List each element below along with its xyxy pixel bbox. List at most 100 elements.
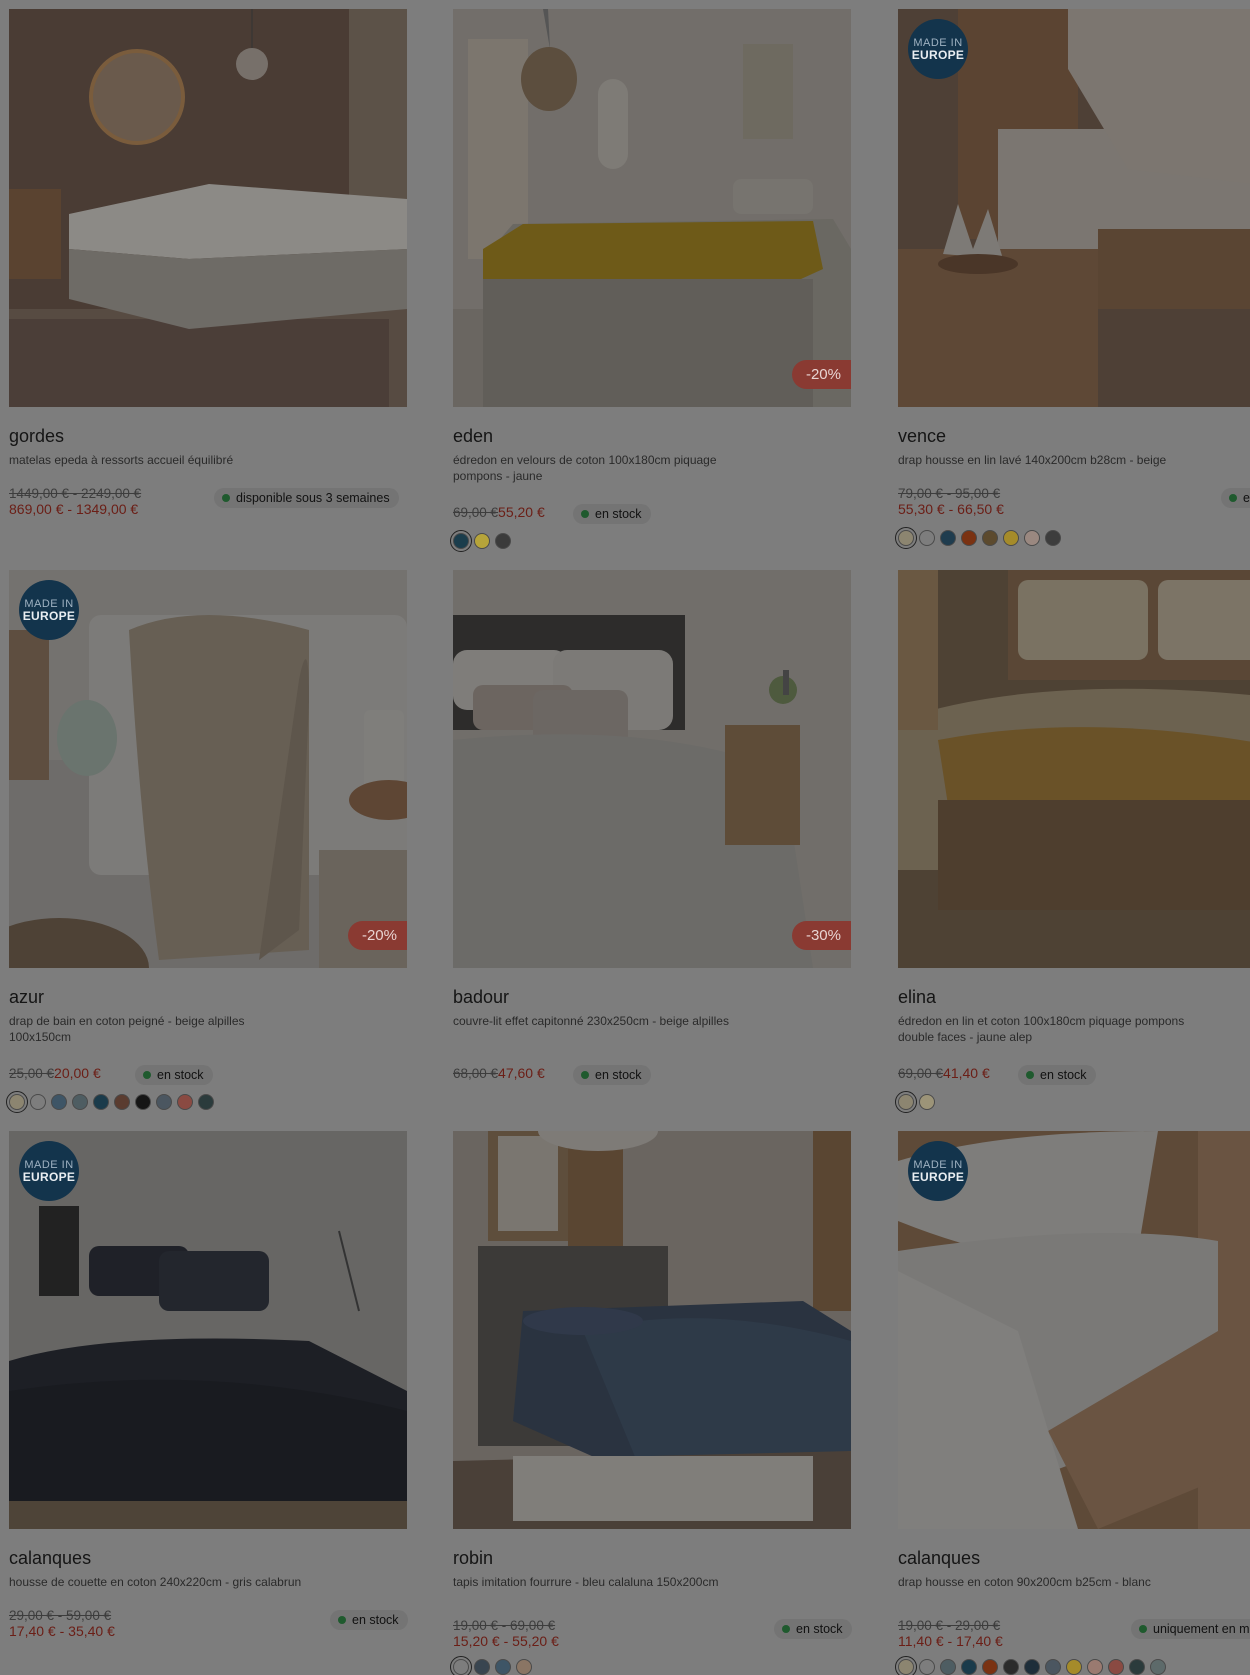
color-swatch[interactable]: [919, 1094, 935, 1110]
status-dot-icon: [1229, 494, 1237, 502]
color-swatch[interactable]: [940, 530, 956, 546]
color-swatch[interactable]: [1045, 530, 1061, 546]
color-swatch[interactable]: [961, 530, 977, 546]
product-description: drap housse en lin lavé 140x200cm b28cm …: [898, 453, 1167, 467]
product-description: drap de bain en coton peigné - beige alp…: [9, 1014, 245, 1044]
product-image[interactable]: MADE IN EUROPE: [898, 1131, 1250, 1529]
product-image[interactable]: MADE IN EUROPE: [9, 1131, 407, 1529]
color-swatches: [895, 527, 1061, 549]
color-swatch[interactable]: [6, 1091, 28, 1113]
color-swatch[interactable]: [1003, 530, 1019, 546]
status-dot-icon: [581, 510, 589, 518]
color-swatches: [450, 1656, 532, 1675]
color-swatch[interactable]: [982, 530, 998, 546]
price-block: 69,00 €41,40 €: [898, 1065, 990, 1083]
color-swatch[interactable]: [474, 1659, 490, 1675]
color-swatch[interactable]: [940, 1659, 956, 1675]
color-swatch[interactable]: [1087, 1659, 1103, 1675]
sale-price: 15,20 € - 55,20 €: [453, 1633, 559, 1649]
color-swatch[interactable]: [450, 530, 472, 552]
stock-status: en: [1221, 488, 1250, 508]
color-swatch[interactable]: [895, 527, 917, 549]
made-in-europe-badge: MADE IN EUROPE: [908, 19, 968, 79]
product-name[interactable]: robin: [453, 1548, 493, 1569]
product-image[interactable]: MADE IN EUROPE: [898, 9, 1250, 407]
color-swatches: [450, 530, 511, 552]
color-swatch[interactable]: [93, 1094, 109, 1110]
product-description: édredon en velours de coton 100x180cm pi…: [453, 453, 717, 483]
color-swatch[interactable]: [982, 1659, 998, 1675]
color-swatch[interactable]: [474, 533, 490, 549]
color-swatch[interactable]: [135, 1094, 151, 1110]
color-swatch[interactable]: [1003, 1659, 1019, 1675]
stock-status: uniquement en m: [1131, 1619, 1250, 1639]
color-swatch[interactable]: [1150, 1659, 1166, 1675]
color-swatch[interactable]: [156, 1094, 172, 1110]
color-swatch[interactable]: [1045, 1659, 1061, 1675]
discount-badge: -20%: [791, 360, 851, 389]
sale-price: 869,00 € - 1349,00 €: [9, 501, 139, 517]
old-price: 1449,00 € - 2249,00 €: [9, 486, 142, 501]
color-swatch[interactable]: [1066, 1659, 1082, 1675]
status-dot-icon: [1026, 1071, 1034, 1079]
product-name[interactable]: badour: [453, 987, 509, 1008]
stock-status: en stock: [330, 1610, 408, 1630]
color-swatch[interactable]: [177, 1094, 193, 1110]
color-swatch[interactable]: [1108, 1659, 1124, 1675]
color-swatch[interactable]: [1024, 530, 1040, 546]
product-name[interactable]: calanques: [898, 1548, 980, 1569]
color-swatch[interactable]: [495, 533, 511, 549]
color-swatch[interactable]: [919, 530, 935, 546]
discount-badge: -20%: [347, 921, 407, 950]
status-dot-icon: [782, 1625, 790, 1633]
sale-price: 20,00 €: [54, 1065, 101, 1081]
old-price: 29,00 € - 59,00 €: [9, 1608, 112, 1623]
product-description: édredon en lin et coton 100x180cm piquag…: [898, 1014, 1185, 1044]
price-block: 29,00 € - 59,00 € 17,40 € - 35,40 €: [9, 1608, 115, 1639]
product-name[interactable]: eden: [453, 426, 493, 447]
stock-status: en stock: [1018, 1065, 1096, 1085]
product-image[interactable]: [898, 570, 1250, 968]
sale-price: 55,30 € - 66,50 €: [898, 501, 1004, 517]
product-name[interactable]: azur: [9, 987, 44, 1008]
product-name[interactable]: elina: [898, 987, 936, 1008]
color-swatches: [895, 1656, 1166, 1675]
old-price: 19,00 € - 69,00 €: [453, 1618, 556, 1633]
product-name[interactable]: calanques: [9, 1548, 91, 1569]
color-swatch[interactable]: [919, 1659, 935, 1675]
old-price: 69,00 €: [453, 505, 499, 520]
product-image[interactable]: -30%: [453, 570, 851, 968]
color-swatch[interactable]: [51, 1094, 67, 1110]
color-swatch[interactable]: [114, 1094, 130, 1110]
product-description: tapis imitation fourrure - bleu calaluna…: [453, 1575, 719, 1589]
stock-status: en stock: [573, 504, 651, 524]
product-image[interactable]: -20%: [453, 9, 851, 407]
color-swatch[interactable]: [72, 1094, 88, 1110]
color-swatch[interactable]: [198, 1094, 214, 1110]
color-swatch[interactable]: [961, 1659, 977, 1675]
color-swatch[interactable]: [450, 1656, 472, 1675]
sale-price: 17,40 € - 35,40 €: [9, 1623, 115, 1639]
old-price: 19,00 € - 29,00 €: [898, 1618, 1001, 1633]
product-description: drap housse en coton 90x200cm b25cm - bl…: [898, 1575, 1151, 1589]
made-in-europe-badge: MADE IN EUROPE: [19, 1141, 79, 1201]
product-description: couvre-lit effet capitonné 230x250cm - b…: [453, 1014, 729, 1028]
color-swatch[interactable]: [895, 1091, 917, 1113]
discount-badge: -30%: [791, 921, 851, 950]
made-in-europe-badge: MADE IN EUROPE: [19, 580, 79, 640]
product-image[interactable]: MADE IN EUROPE -20%: [9, 570, 407, 968]
color-swatch[interactable]: [30, 1094, 46, 1110]
price-block: 19,00 € - 29,00 € 11,40 € - 17,40 €: [898, 1618, 1003, 1649]
color-swatch[interactable]: [895, 1656, 917, 1675]
product-image[interactable]: [9, 9, 407, 407]
color-swatch[interactable]: [516, 1659, 532, 1675]
product-name[interactable]: gordes: [9, 426, 64, 447]
color-swatch[interactable]: [1129, 1659, 1145, 1675]
product-name[interactable]: vence: [898, 426, 946, 447]
color-swatch[interactable]: [495, 1659, 511, 1675]
made-in-europe-badge: MADE IN EUROPE: [908, 1141, 968, 1201]
product-image[interactable]: [453, 1131, 851, 1529]
status-dot-icon: [581, 1071, 589, 1079]
price-block: 69,00 €55,20 €: [453, 504, 545, 522]
color-swatch[interactable]: [1024, 1659, 1040, 1675]
